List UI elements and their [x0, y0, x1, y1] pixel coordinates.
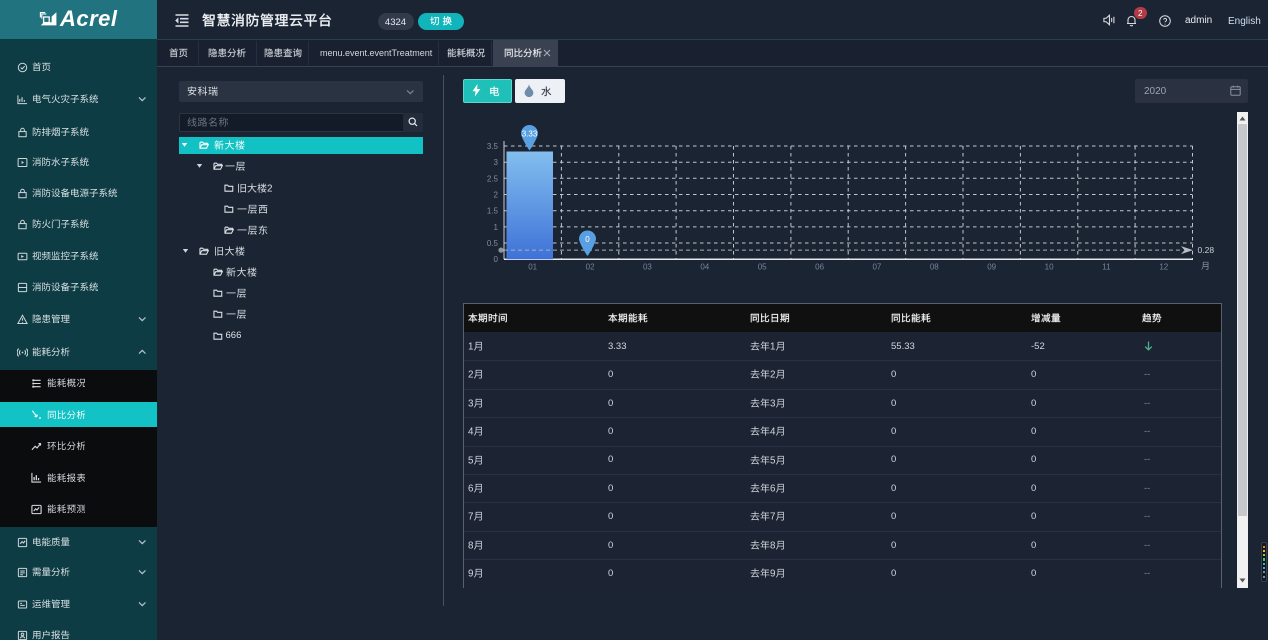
- svg-text:12: 12: [1159, 263, 1168, 272]
- svg-text:6: 6: [468, 484, 474, 493]
- svg-text:9: 9: [468, 569, 473, 578]
- svg-text:06: 06: [815, 263, 824, 272]
- svg-text:8: 8: [770, 540, 776, 549]
- svg-text:1: 1: [770, 342, 775, 351]
- svg-text:0: 0: [585, 235, 590, 244]
- svg-text:09: 09: [987, 263, 996, 272]
- svg-text:2.5: 2.5: [487, 174, 499, 183]
- svg-text:01: 01: [528, 263, 537, 272]
- svg-text:3: 3: [468, 398, 474, 407]
- svg-text:0.28: 0.28: [1198, 245, 1215, 255]
- svg-text:0: 0: [494, 255, 499, 264]
- svg-text:9: 9: [770, 569, 775, 578]
- svg-text:7: 7: [468, 512, 473, 521]
- svg-text:1: 1: [494, 223, 499, 232]
- svg-text:05: 05: [758, 263, 767, 272]
- svg-text:11: 11: [1102, 263, 1111, 272]
- svg-text:2: 2: [770, 370, 775, 379]
- svg-text:2: 2: [267, 184, 272, 193]
- svg-text:03: 03: [643, 263, 652, 272]
- svg-text:02: 02: [586, 263, 595, 272]
- svg-text:07: 07: [872, 263, 881, 272]
- svg-text:3: 3: [494, 158, 499, 167]
- svg-text:7: 7: [770, 512, 775, 521]
- svg-text:1.5: 1.5: [487, 207, 499, 216]
- svg-text:08: 08: [930, 263, 939, 272]
- svg-text:2: 2: [468, 370, 473, 379]
- svg-text:0.5: 0.5: [487, 239, 499, 248]
- svg-text:8: 8: [468, 540, 474, 549]
- svg-text:3: 3: [770, 398, 776, 407]
- svg-text:04: 04: [700, 263, 709, 272]
- svg-text:6: 6: [770, 484, 776, 493]
- svg-text:4: 4: [468, 427, 474, 436]
- svg-text:5: 5: [770, 455, 776, 464]
- svg-text:1: 1: [468, 342, 473, 351]
- svg-text:10: 10: [1045, 263, 1054, 272]
- svg-text:3.5: 3.5: [487, 142, 499, 151]
- svg-text:3.33: 3.33: [522, 130, 538, 139]
- svg-text:4: 4: [770, 427, 776, 436]
- svg-text:5: 5: [468, 455, 474, 464]
- svg-text:2: 2: [494, 191, 499, 200]
